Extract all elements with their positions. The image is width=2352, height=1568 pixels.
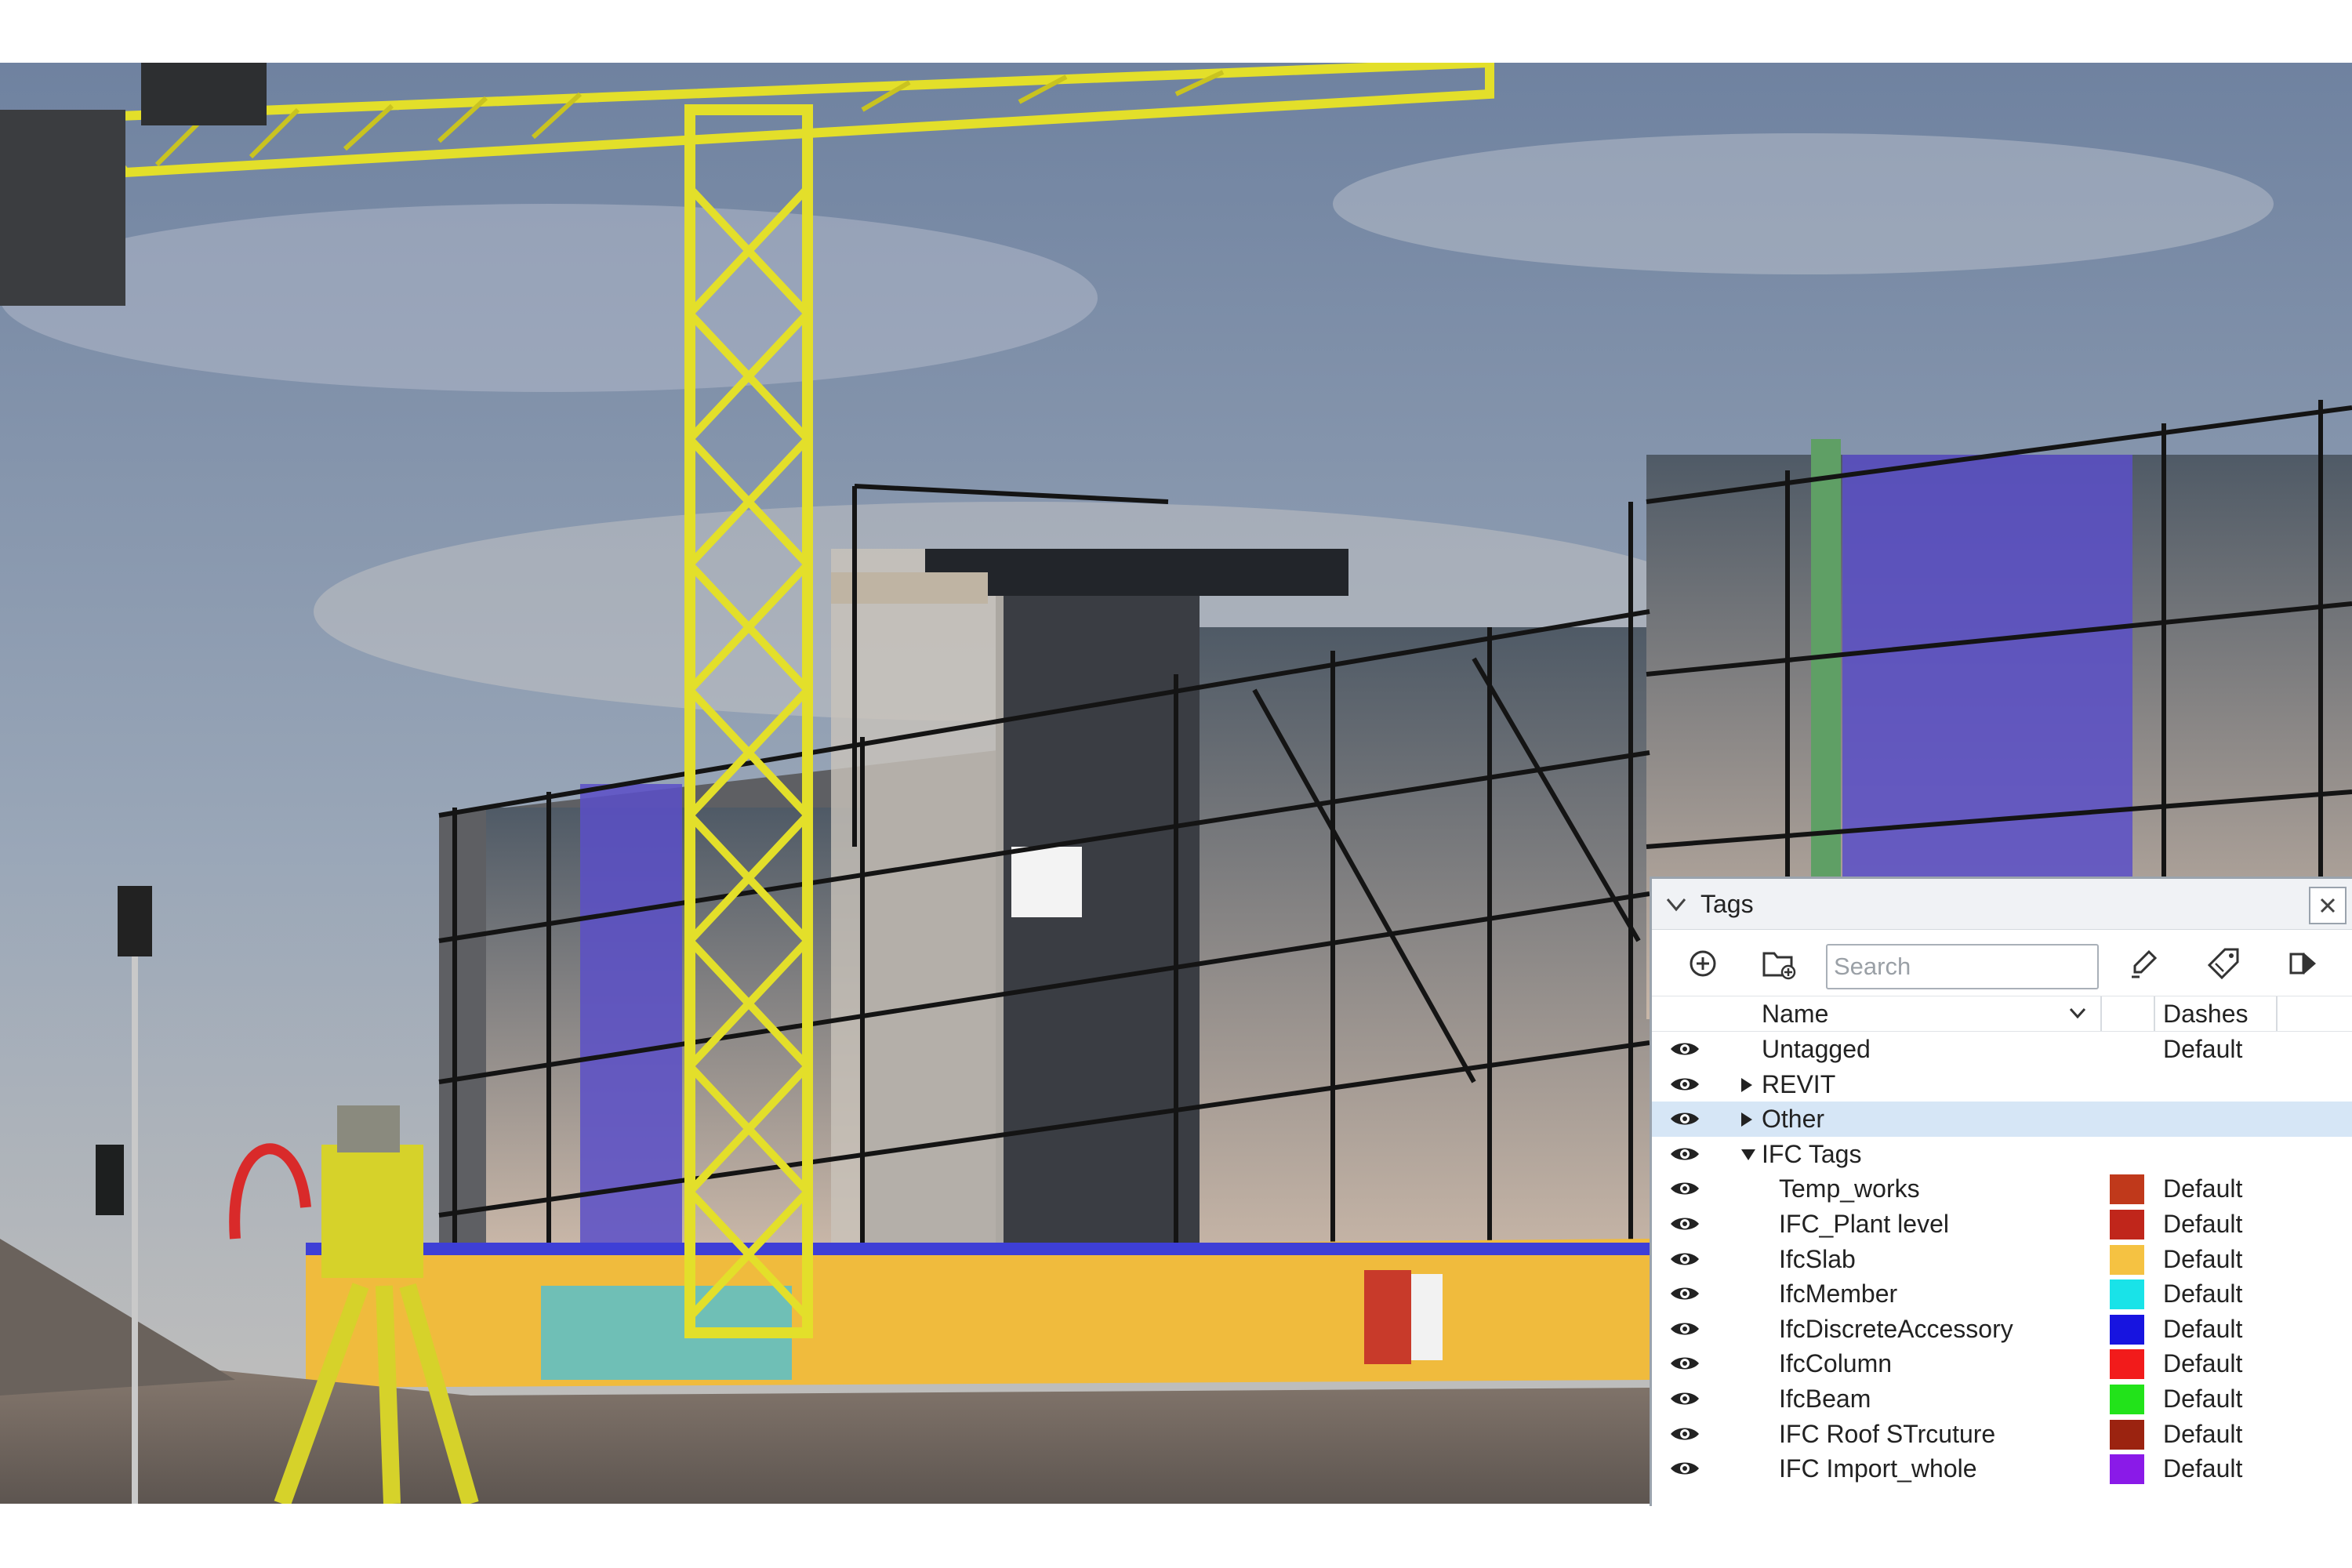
- tag-row[interactable]: IFC_Plant level Default: [1652, 1207, 2352, 1242]
- eye-icon[interactable]: [1669, 1459, 1700, 1478]
- tag-dashes[interactable]: Default: [2163, 1315, 2242, 1344]
- tag-name: IFC Tags: [1762, 1139, 1862, 1168]
- export-icon: [2289, 953, 2316, 975]
- eye-icon[interactable]: [1669, 1145, 1700, 1163]
- eye-icon[interactable]: [1669, 1040, 1700, 1058]
- tag-dashes[interactable]: Default: [2163, 1210, 2242, 1239]
- add-folder-icon: [1762, 952, 1796, 980]
- tag-row[interactable]: Other: [1652, 1102, 2352, 1137]
- tag-dashes[interactable]: Default: [2163, 1035, 2242, 1064]
- tag-color-swatch[interactable]: [2110, 1174, 2144, 1205]
- eye-icon[interactable]: [1669, 1250, 1700, 1269]
- tag-color-swatch[interactable]: [2110, 1419, 2144, 1450]
- name-column-header[interactable]: Name: [1762, 1000, 1828, 1029]
- panel-title: Tags: [1700, 889, 1754, 918]
- eye-icon[interactable]: [1669, 1179, 1700, 1198]
- tag-name: Untagged: [1762, 1035, 1871, 1063]
- tag-dashes[interactable]: Default: [2163, 1174, 2242, 1203]
- eye-icon[interactable]: [1669, 1075, 1700, 1094]
- eye-icon[interactable]: [1669, 1319, 1700, 1338]
- tag-name: IfcBeam: [1779, 1384, 1871, 1413]
- tag-row[interactable]: IFC Tags: [1652, 1137, 2352, 1172]
- collapsed-triangle-icon[interactable]: [1741, 1077, 1752, 1092]
- tag-name: IFC Roof STrcuture: [1779, 1419, 1996, 1448]
- collapsed-triangle-icon[interactable]: [1741, 1112, 1752, 1127]
- tag-row[interactable]: IfcColumn Default: [1652, 1346, 2352, 1381]
- tag-name: IfcDiscreteAccessory: [1779, 1314, 2013, 1343]
- eye-icon[interactable]: [1669, 1425, 1700, 1443]
- eye-icon[interactable]: [1669, 1284, 1700, 1303]
- eye-icon[interactable]: [1669, 1354, 1700, 1373]
- tags-panel-header[interactable]: Tags: [1652, 879, 2352, 930]
- close-icon: [2320, 898, 2336, 913]
- tag-color-swatch[interactable]: [2110, 1454, 2144, 1485]
- tags-list: Untagged Default REVIT Other IFC Tags Temp_wo…: [1652, 1032, 2352, 1486]
- tag-name: IfcColumn: [1779, 1349, 1893, 1378]
- tag-name: Other: [1762, 1105, 1825, 1134]
- tag-dashes[interactable]: Default: [2163, 1454, 2242, 1483]
- paint-tag-icon: [2132, 949, 2158, 978]
- tag-name: IFC Import_whole: [1779, 1454, 1977, 1483]
- search-input-wrapper: [1826, 944, 2099, 989]
- tag-row[interactable]: IfcSlab Default: [1652, 1242, 2352, 1277]
- tag-color-swatch[interactable]: [2110, 1279, 2144, 1310]
- paint-tag-button[interactable]: [2125, 946, 2161, 982]
- tag-dashes[interactable]: Default: [2163, 1349, 2242, 1378]
- tags-column-header: Name Dashes: [1652, 996, 2352, 1032]
- close-button[interactable]: [2309, 887, 2347, 924]
- tag-row[interactable]: REVIT: [1652, 1067, 2352, 1102]
- add-tag-icon: [1690, 950, 1716, 977]
- tag-dashes[interactable]: Default: [2163, 1420, 2242, 1449]
- eye-icon[interactable]: [1669, 1214, 1700, 1233]
- tag-color-swatch[interactable]: [2110, 1314, 2144, 1345]
- tag-color-swatch[interactable]: [2110, 1209, 2144, 1240]
- tag-row[interactable]: IfcDiscreteAccessory Default: [1652, 1312, 2352, 1347]
- tag-name: IFC_Plant level: [1779, 1209, 1949, 1238]
- tag-row[interactable]: IFC Roof STrcuture Default: [1652, 1417, 2352, 1452]
- tag-color-swatch[interactable]: [2110, 1384, 2144, 1414]
- chevron-down-icon[interactable]: [1663, 891, 1690, 917]
- site-hoarding: [306, 1239, 1650, 1388]
- expanded-triangle-icon[interactable]: [1741, 1149, 1755, 1160]
- tag-row[interactable]: IFC Import_whole Default: [1652, 1451, 2352, 1486]
- tag-name: IfcMember: [1779, 1279, 1898, 1308]
- tag-dashes[interactable]: Default: [2163, 1385, 2242, 1414]
- tag-name: REVIT: [1762, 1069, 1836, 1098]
- dashes-column-header[interactable]: Dashes: [2163, 1000, 2249, 1029]
- tag-row[interactable]: Temp_works Default: [1652, 1171, 2352, 1207]
- add-folder-button[interactable]: [1762, 946, 1798, 982]
- tag-name: IfcSlab: [1779, 1244, 1856, 1273]
- export-button[interactable]: [2285, 946, 2321, 982]
- tag-dashes[interactable]: Default: [2163, 1245, 2242, 1274]
- tag-tool-icon: [2207, 948, 2239, 980]
- tag-color-swatch[interactable]: [2110, 1349, 2144, 1380]
- add-tag-button[interactable]: [1685, 946, 1721, 982]
- tags-toolbar: [1652, 930, 2352, 996]
- tag-name: Temp_works: [1779, 1174, 1920, 1203]
- search-input[interactable]: [1828, 946, 2097, 988]
- tag-row[interactable]: IfcMember Default: [1652, 1276, 2352, 1312]
- tag-tool-button[interactable]: [2205, 946, 2241, 982]
- tag-row[interactable]: IfcBeam Default: [1652, 1381, 2352, 1417]
- eye-icon[interactable]: [1669, 1109, 1700, 1128]
- tag-color-swatch[interactable]: [2110, 1244, 2144, 1275]
- eye-icon[interactable]: [1669, 1389, 1700, 1408]
- tag-dashes[interactable]: Default: [2163, 1279, 2242, 1308]
- tag-row[interactable]: Untagged Default: [1652, 1032, 2352, 1067]
- chevron-down-icon[interactable]: [2067, 1004, 2088, 1022]
- tags-panel: Tags Search Name Dashes Untagged Default…: [1650, 877, 2352, 1506]
